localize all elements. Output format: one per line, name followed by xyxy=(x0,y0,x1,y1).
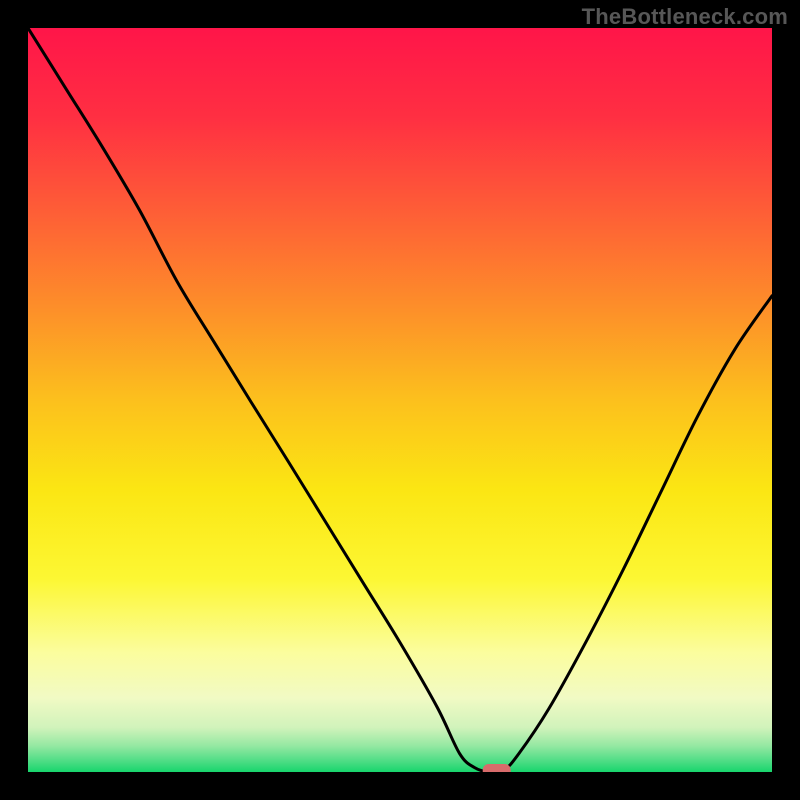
chart-container: TheBottleneck.com xyxy=(0,0,800,800)
gradient-background xyxy=(28,28,772,772)
optimal-marker xyxy=(483,764,511,772)
chart-svg xyxy=(28,28,772,772)
gradient-plot xyxy=(28,28,772,772)
watermark-text: TheBottleneck.com xyxy=(582,4,788,30)
